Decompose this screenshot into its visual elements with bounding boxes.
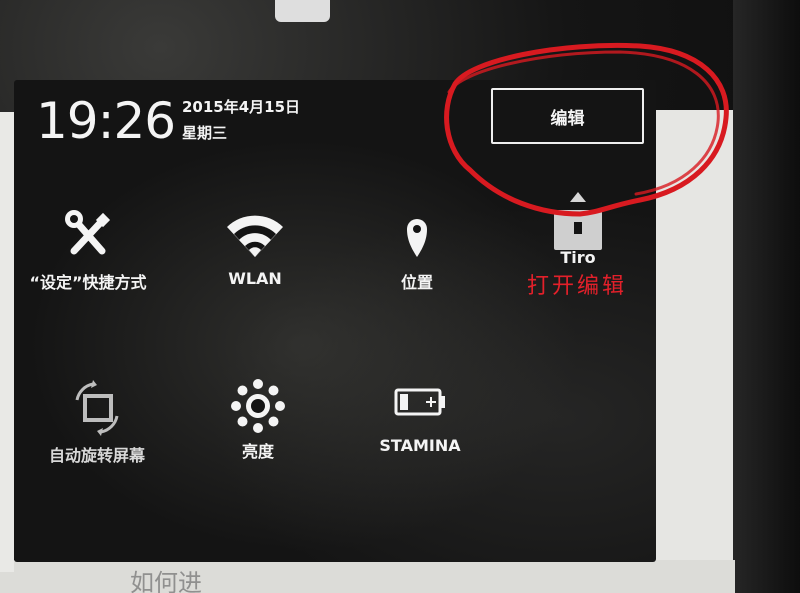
status-date: 2015年4月15日 (182, 98, 301, 116)
tile-stamina[interactable]: STAMINA (345, 374, 495, 455)
background-paper-text: 如何进 (130, 569, 202, 593)
status-clock: 19:26 (36, 92, 176, 150)
brightness-icon (231, 379, 285, 433)
tile-settings-shortcut[interactable]: “设定”快捷方式 (13, 205, 163, 293)
paper-sheet-left (0, 112, 14, 572)
tile-location[interactable]: 位置 (342, 205, 492, 293)
tile-label: STAMINA (379, 436, 461, 455)
quick-settings-panel (14, 80, 656, 562)
tile-label: 位置 (400, 273, 433, 292)
status-weekday: 星期三 (182, 124, 228, 142)
tile-label: Tiro (560, 248, 596, 267)
tile-label: 自动旋转屏幕 (48, 446, 145, 465)
battery-stamina-icon (394, 388, 445, 416)
auto-rotate-icon (75, 380, 119, 436)
paper-sheet-right (655, 110, 733, 593)
desk-background (733, 0, 800, 593)
paper-sheet-bottom (0, 560, 735, 593)
tile-wlan[interactable]: WLAN (180, 205, 330, 288)
location-icon (407, 219, 427, 257)
tile-throw[interactable]: Tiro (503, 190, 653, 267)
edit-button[interactable]: 编辑 (491, 88, 644, 144)
tile-label: “设定”快捷方式 (29, 273, 147, 292)
photo-scene: 如何进 19:26 2015年4月15日 星期三 编辑 “设定”快捷方式 WLA… (0, 0, 800, 593)
tile-label: WLAN (228, 269, 282, 288)
settings-tools-icon (65, 210, 111, 255)
annotation-label: 打开编辑 (527, 274, 628, 299)
light-glare (275, 0, 330, 22)
tile-label: 亮度 (241, 442, 274, 461)
wifi-icon (227, 215, 283, 257)
tile-brightness[interactable]: 亮度 (183, 376, 333, 462)
tile-auto-rotate[interactable]: 自动旋转屏幕 (22, 378, 172, 466)
